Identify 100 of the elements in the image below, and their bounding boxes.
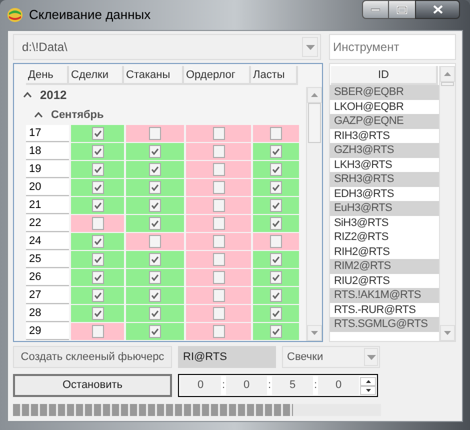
column-header[interactable]: День bbox=[26, 66, 69, 85]
check-icon bbox=[272, 166, 280, 173]
column-header[interactable]: Сделки bbox=[69, 66, 124, 85]
list-item[interactable]: RTS.!AK1M@RTS bbox=[330, 288, 439, 302]
checkbox[interactable] bbox=[92, 217, 104, 230]
check-icon bbox=[94, 310, 102, 317]
checkbox[interactable] bbox=[92, 307, 104, 320]
checkbox[interactable] bbox=[149, 127, 161, 140]
column-header[interactable]: Ласты bbox=[251, 66, 298, 85]
list-item[interactable]: LKOH@EQBR bbox=[330, 100, 439, 114]
collapse-toggle[interactable] bbox=[33, 110, 43, 120]
day-cell: 22 bbox=[26, 215, 69, 232]
checkbox[interactable] bbox=[270, 235, 282, 248]
checkbox[interactable] bbox=[92, 271, 104, 284]
checkbox[interactable] bbox=[92, 325, 104, 338]
minimize-button[interactable] bbox=[362, 0, 389, 19]
checkbox[interactable] bbox=[270, 163, 282, 176]
day-cell: 24 bbox=[26, 233, 69, 250]
checkbox[interactable] bbox=[270, 289, 282, 302]
collapse-toggle[interactable] bbox=[22, 90, 32, 100]
checkbox[interactable] bbox=[212, 199, 224, 212]
checkbox[interactable] bbox=[270, 181, 282, 194]
column-header[interactable]: Стаканы bbox=[124, 66, 184, 85]
checkbox[interactable] bbox=[149, 253, 161, 266]
check-icon bbox=[151, 328, 159, 335]
checkbox[interactable] bbox=[92, 289, 104, 302]
checkbox[interactable] bbox=[212, 145, 224, 158]
spin-down-icon bbox=[360, 386, 376, 394]
checkbox[interactable] bbox=[212, 271, 224, 284]
checkbox[interactable] bbox=[92, 163, 104, 176]
checkbox[interactable] bbox=[149, 289, 161, 302]
list-item[interactable]: RIM2@RTS bbox=[330, 259, 439, 274]
year-group: 2012 bbox=[40, 86, 67, 104]
checkbox[interactable] bbox=[149, 163, 161, 176]
checkbox[interactable] bbox=[212, 325, 224, 338]
maximize-button[interactable] bbox=[389, 0, 415, 19]
checkbox[interactable] bbox=[149, 217, 161, 230]
checkbox[interactable] bbox=[212, 127, 224, 140]
list-item[interactable]: EuH3@RTS bbox=[330, 201, 439, 216]
scrollbar-thumb[interactable] bbox=[441, 82, 454, 86]
maximize-icon bbox=[397, 6, 407, 14]
checkbox[interactable] bbox=[270, 253, 282, 266]
day-cell: 19 bbox=[26, 161, 69, 178]
checkbox[interactable] bbox=[270, 145, 282, 158]
list-item[interactable]: LKH3@RTS bbox=[330, 158, 439, 172]
close-icon bbox=[432, 5, 442, 14]
check-icon bbox=[272, 292, 280, 299]
checkbox[interactable] bbox=[149, 181, 161, 194]
list-item[interactable]: SBER@EQBR bbox=[330, 85, 439, 100]
checkbox[interactable] bbox=[270, 307, 282, 320]
checkbox[interactable] bbox=[149, 199, 161, 212]
list-item[interactable]: RIH3@RTS bbox=[330, 128, 439, 143]
checkbox[interactable] bbox=[92, 253, 104, 266]
check-icon bbox=[94, 130, 102, 137]
checkbox[interactable] bbox=[212, 181, 224, 194]
checkbox[interactable] bbox=[212, 163, 224, 176]
checkbox[interactable] bbox=[270, 127, 282, 140]
checkbox[interactable] bbox=[149, 271, 161, 284]
checkbox[interactable] bbox=[92, 127, 104, 140]
checkbox[interactable] bbox=[149, 145, 161, 158]
checkbox[interactable] bbox=[212, 235, 224, 248]
check-icon bbox=[272, 310, 280, 317]
checkbox[interactable] bbox=[92, 181, 104, 194]
checkbox[interactable] bbox=[270, 325, 282, 338]
list-item[interactable]: SRH3@RTS bbox=[330, 172, 439, 186]
list-item[interactable]: RIU2@RTS bbox=[330, 274, 439, 288]
instrument-field[interactable]: Инструмент bbox=[329, 34, 456, 60]
list-item[interactable]: GAZP@EQNE bbox=[330, 114, 439, 128]
scrollbar-thumb[interactable] bbox=[308, 103, 321, 143]
column-header[interactable]: Ордерлог bbox=[184, 66, 251, 85]
list-item[interactable]: SiH3@RTS bbox=[330, 216, 439, 230]
checkbox[interactable] bbox=[149, 325, 161, 338]
checkbox[interactable] bbox=[149, 307, 161, 320]
path-combo[interactable]: d:\!Data\ bbox=[13, 34, 321, 60]
checkbox[interactable] bbox=[149, 235, 161, 248]
list-item[interactable]: EDH3@RTS bbox=[330, 186, 439, 201]
checkbox[interactable] bbox=[270, 199, 282, 212]
app-icon bbox=[7, 7, 23, 23]
column-header[interactable]: ID bbox=[331, 66, 438, 85]
checkbox[interactable] bbox=[212, 289, 224, 302]
list-item[interactable]: RTS.-RUR@RTS bbox=[330, 302, 439, 317]
checkbox[interactable] bbox=[92, 235, 104, 248]
checkbox[interactable] bbox=[270, 217, 282, 230]
checkbox[interactable] bbox=[212, 253, 224, 266]
checkbox[interactable] bbox=[212, 217, 224, 230]
checkbox[interactable] bbox=[270, 271, 282, 284]
security-field[interactable]: RI@RTS bbox=[178, 346, 276, 368]
day-cell: 21 bbox=[26, 197, 69, 214]
list-item[interactable]: GZH3@RTS bbox=[330, 143, 439, 158]
list-item[interactable]: RTS.SGMLG@RTS bbox=[330, 317, 439, 332]
checkbox[interactable] bbox=[92, 199, 104, 212]
checkbox[interactable] bbox=[212, 307, 224, 320]
checkbox[interactable] bbox=[92, 145, 104, 158]
create-button[interactable]: Создать склееный фьючерс bbox=[13, 346, 172, 368]
type-combo[interactable]: Свечки bbox=[282, 346, 380, 368]
time-spinner[interactable]: 0 : 0 : 5 : 0 bbox=[178, 374, 378, 397]
time-separator: : bbox=[222, 378, 225, 394]
stop-button[interactable]: Остановить bbox=[13, 374, 172, 397]
close-button[interactable] bbox=[415, 0, 460, 19]
check-icon bbox=[94, 292, 102, 299]
